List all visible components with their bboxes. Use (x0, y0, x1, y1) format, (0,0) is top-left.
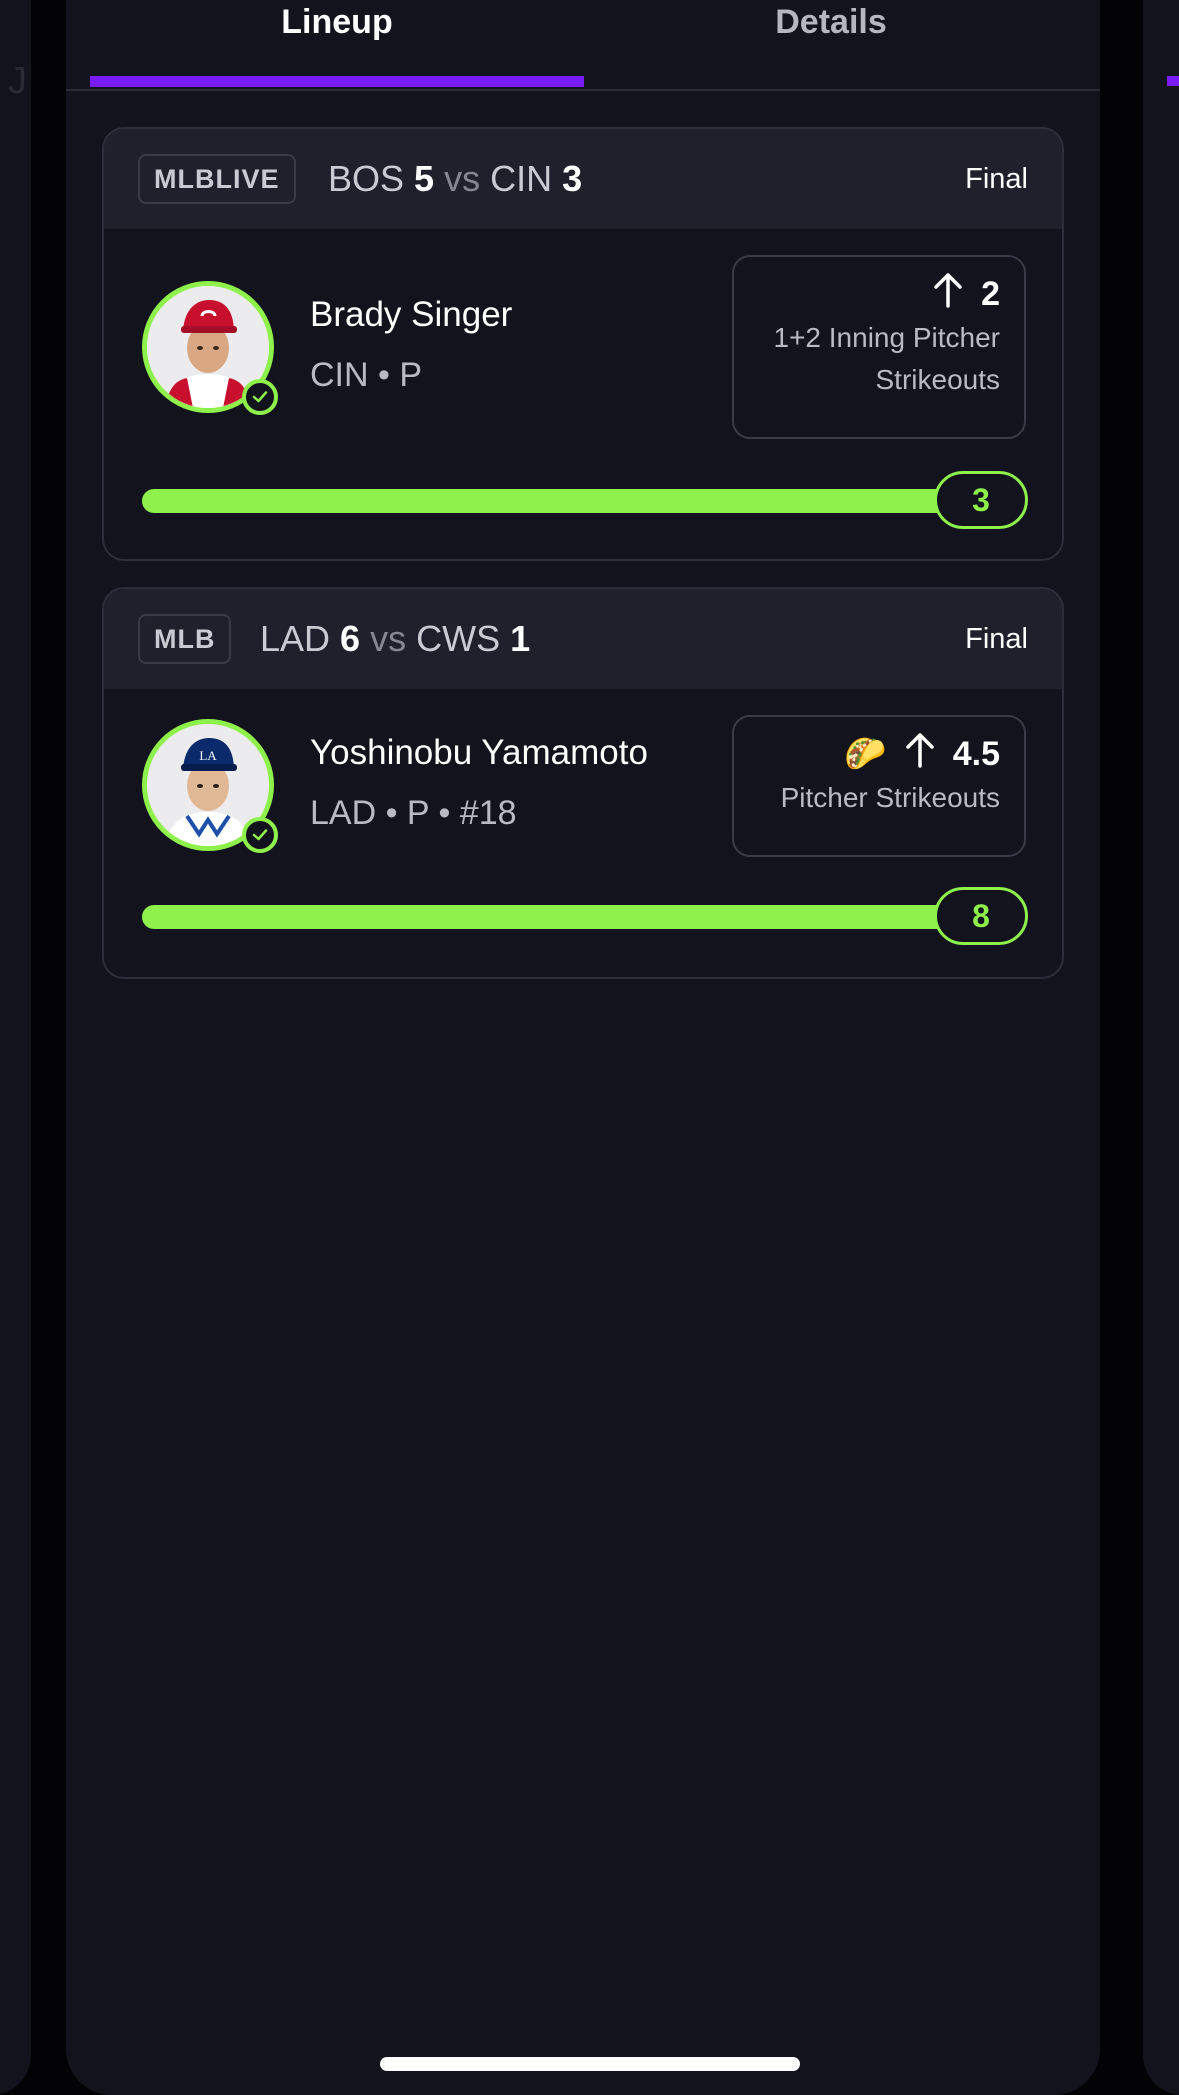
active-tab-indicator (90, 76, 584, 87)
home-indicator[interactable] (380, 2057, 800, 2071)
check-icon (242, 817, 278, 853)
progress-track (142, 489, 962, 513)
prop-box[interactable]: 🌮 4.5 Pitcher Strikeouts (732, 715, 1026, 857)
peek-letter: J (8, 60, 27, 102)
stat-value-pill: 3 (934, 471, 1028, 529)
stat-progress: 8 (142, 887, 1028, 947)
arrow-up-icon (933, 272, 963, 317)
player-name[interactable]: Yoshinobu Yamamoto (310, 731, 648, 775)
tab-bar: Lineup Details (66, 0, 1100, 91)
home-score: 1 (510, 618, 531, 659)
league-badge: MLBLIVE (138, 154, 296, 204)
taco-icon: 🌮 (844, 735, 887, 773)
game-status: Final (965, 623, 1028, 655)
player-avatar-wrap[interactable] (142, 281, 278, 415)
prop-line: 4.5 (952, 734, 1000, 773)
progress-fill (142, 489, 962, 513)
pick-card[interactable]: MLB LAD 6 vs CWS 1 Final LA Yoshinobu Ya… (102, 587, 1064, 979)
prop-line-row: 2 (758, 271, 1000, 317)
next-entry-peek[interactable] (1143, 0, 1179, 2095)
prop-line: 2 (981, 274, 1000, 313)
check-icon (242, 379, 278, 415)
home-score: 3 (562, 158, 583, 199)
player-name[interactable]: Brady Singer (310, 293, 512, 337)
pick-card[interactable]: MLBLIVE BOS 5 vs CIN 3 Final Brady Singe… (102, 127, 1064, 561)
game-header: MLBLIVE BOS 5 vs CIN 3 Final (104, 129, 1062, 229)
player-avatar-wrap[interactable]: LA (142, 719, 278, 853)
game-score: BOS 5 vs CIN 3 (328, 151, 582, 207)
away-score: 6 (340, 618, 361, 659)
prop-label: 1+2 Inning Pitcher (773, 322, 1001, 353)
stat-progress: 3 (142, 471, 1028, 531)
league-badge: MLB (138, 614, 232, 664)
entry-sheet: Lineup Details MLBLIVE BOS 5 vs CIN 3 Fi… (66, 0, 1100, 2095)
home-team: CIN (490, 158, 553, 199)
player-meta: CIN • P (310, 356, 423, 394)
game-status: Final (965, 163, 1028, 195)
game-score: LAD 6 vs CWS 1 (260, 611, 530, 667)
peek-tab-indicator (1167, 76, 1179, 86)
arrow-up-icon (905, 732, 935, 777)
prop-label: Pitcher Strikeouts (780, 782, 1000, 813)
previous-entry-peek[interactable]: J (0, 0, 31, 2095)
game-header: MLB LAD 6 vs CWS 1 Final (104, 589, 1062, 689)
prop-line-row: 🌮 4.5 (758, 731, 1000, 777)
tab-details[interactable]: Details (584, 0, 1078, 89)
away-score: 5 (414, 158, 435, 199)
versus-label: vs (370, 618, 407, 659)
prop-label-2: Strikeouts (875, 364, 1001, 395)
versus-label: vs (444, 158, 481, 199)
progress-track (142, 905, 962, 929)
prop-box[interactable]: 2 1+2 Inning Pitcher Strikeouts (732, 255, 1026, 439)
player-meta: LAD • P • #18 (310, 794, 517, 832)
stat-value-pill: 8 (934, 887, 1028, 945)
home-team: CWS (416, 618, 501, 659)
svg-text:LA: LA (199, 748, 217, 763)
away-team: BOS (328, 158, 405, 199)
progress-fill (142, 905, 962, 929)
away-team: LAD (260, 618, 331, 659)
